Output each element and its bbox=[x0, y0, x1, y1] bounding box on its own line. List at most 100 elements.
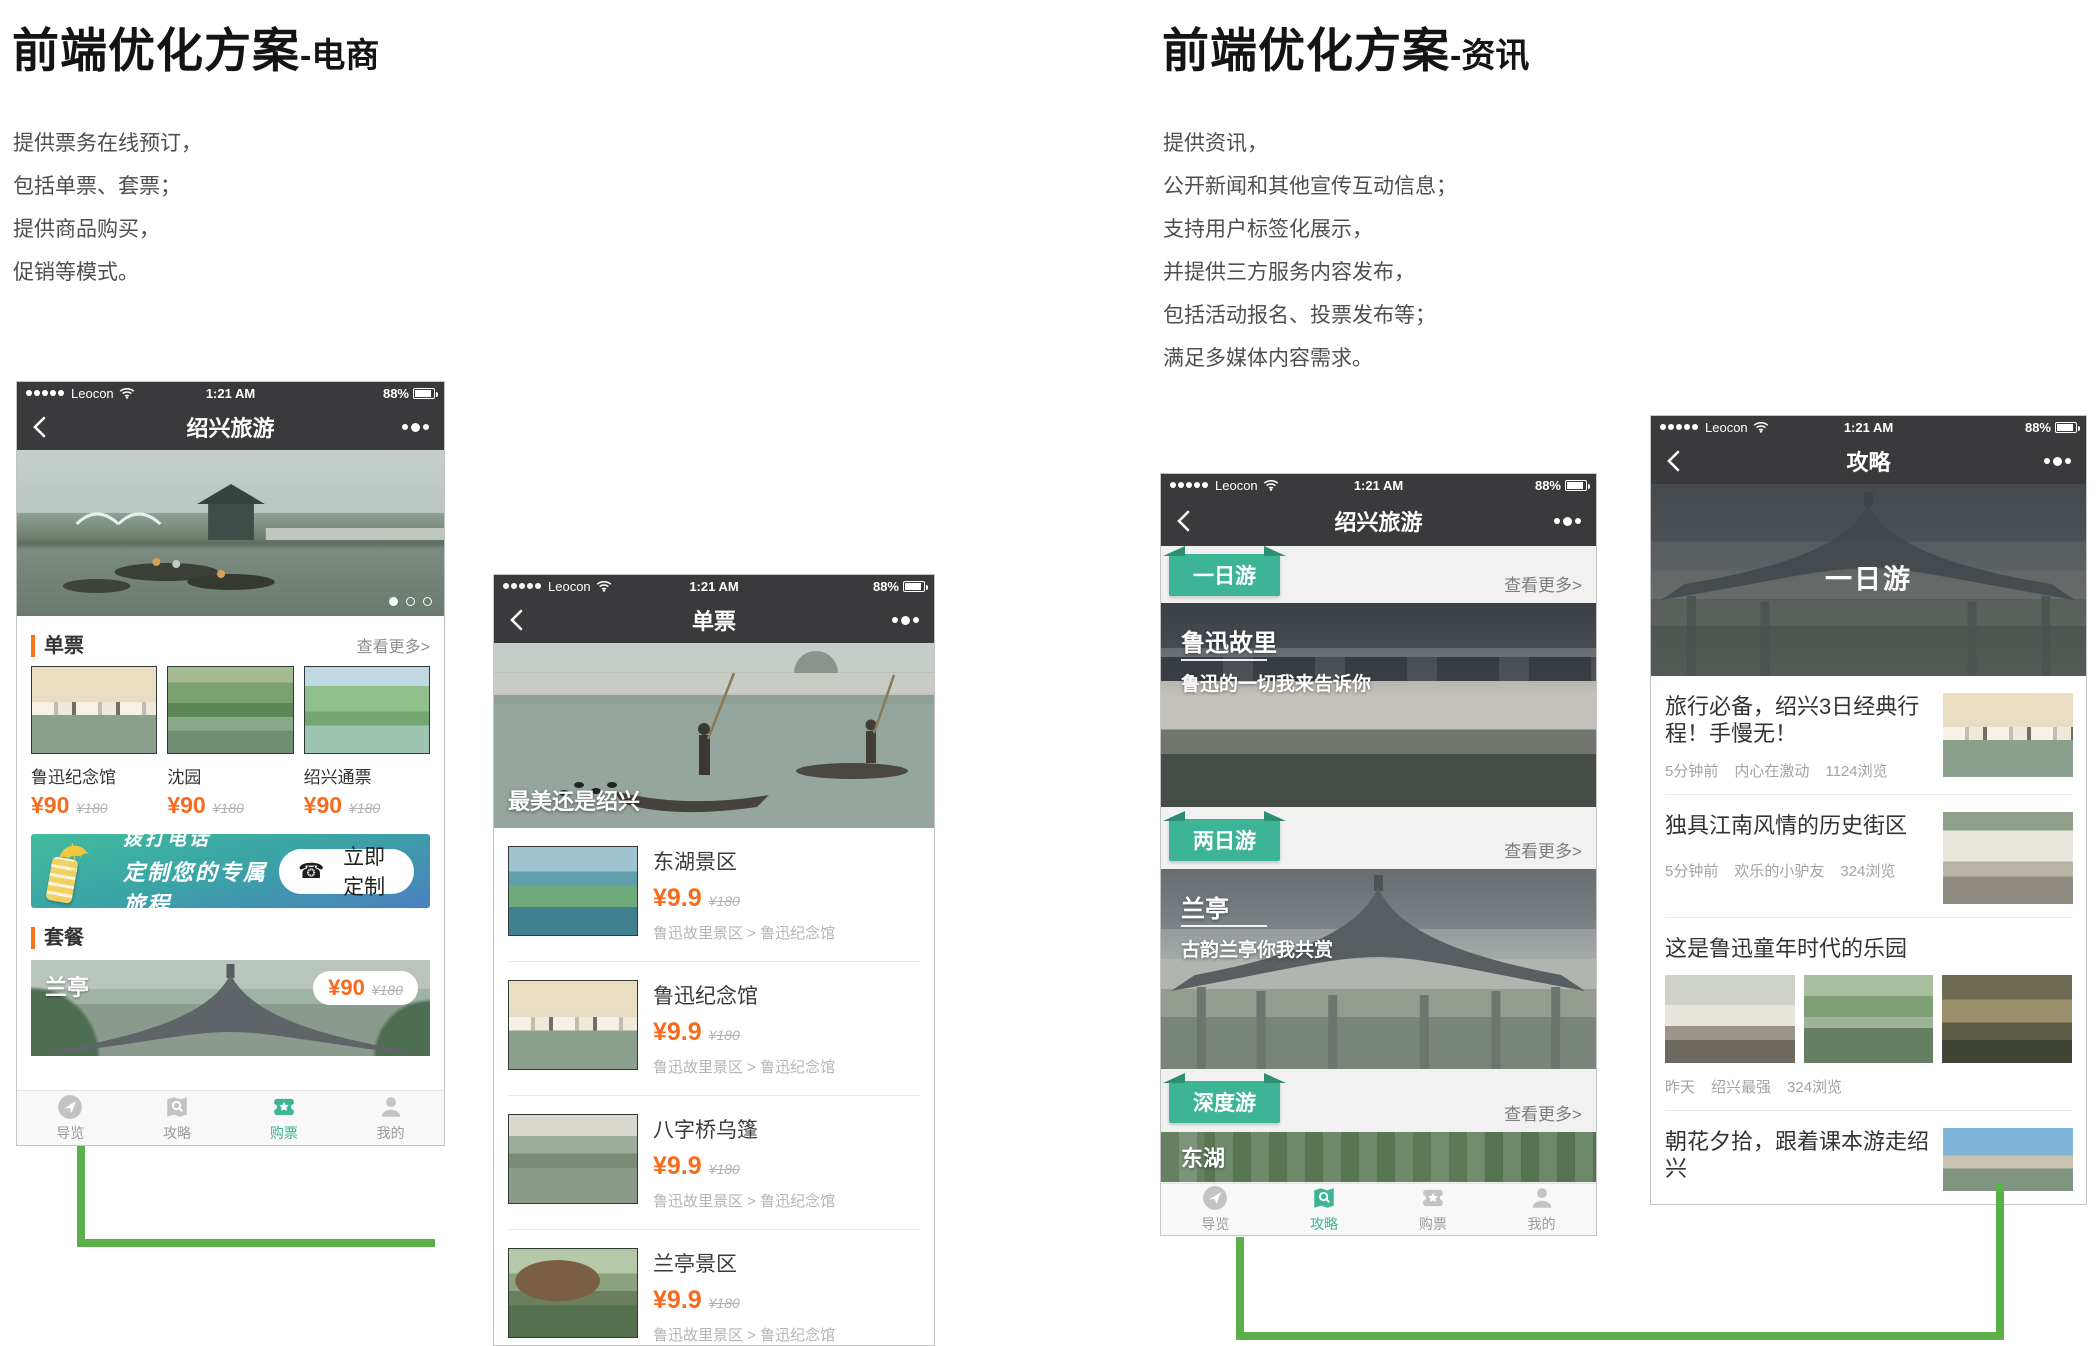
ticket-breadcrumb: 鲁迅故里景区 > 鲁迅纪念馆 bbox=[653, 1190, 835, 1211]
tour-card-luxun[interactable]: 鲁迅故里 鲁迅的一切我来告诉你 bbox=[1161, 603, 1596, 807]
product-card[interactable]: 鲁迅纪念馆 ¥90¥180 bbox=[31, 666, 157, 819]
ticket-list-item[interactable]: 八字桥乌篷 ¥9.9¥180 鲁迅故里景区 > 鲁迅纪念馆 bbox=[508, 1096, 920, 1230]
tab-tickets[interactable]: 购票 bbox=[1379, 1184, 1488, 1235]
tab-guide-active[interactable]: 攻略 bbox=[1270, 1184, 1379, 1235]
ticket-list-item[interactable]: 兰亭景区 ¥9.9¥180 鲁迅故里景区 > 鲁迅纪念馆 bbox=[508, 1230, 920, 1346]
article-time: 昨天 bbox=[1665, 1076, 1695, 1097]
article-author: 内心在激动 bbox=[1734, 760, 1809, 781]
desc-line: 支持用户标签化展示， bbox=[1163, 208, 1457, 251]
hero-photo: 最美还是绍兴 bbox=[494, 643, 934, 828]
tour-card-subtitle: 古韵兰亭你我共赏 bbox=[1181, 935, 1333, 962]
nav-title: 绍兴旅游 bbox=[1161, 505, 1596, 537]
left-subtitle: -电商 bbox=[300, 37, 379, 75]
carousel-dot[interactable] bbox=[406, 597, 415, 606]
status-time: 1:21 AM bbox=[1161, 478, 1596, 493]
ticket-price: ¥9.9 bbox=[653, 1018, 702, 1047]
carousel-dots[interactable] bbox=[389, 597, 432, 606]
tour-card-title: 兰亭 bbox=[1181, 889, 1229, 924]
tab-navigate[interactable]: 导览 bbox=[1161, 1184, 1270, 1235]
status-bar: Leocon 1:21 AM 88% bbox=[17, 382, 444, 404]
tab-profile[interactable]: 我的 bbox=[1487, 1184, 1596, 1235]
article-photo-row bbox=[1665, 975, 2072, 1063]
compass-arrow-icon bbox=[57, 1094, 83, 1120]
more-menu-button[interactable] bbox=[892, 616, 919, 625]
battery-percent: 88% bbox=[1535, 478, 1561, 493]
left-title: 前端优化方案 bbox=[12, 24, 300, 77]
right-subtitle: -资讯 bbox=[1450, 37, 1529, 75]
ribbon-tag[interactable]: 一日游 bbox=[1169, 554, 1280, 596]
status-bar: Leocon 1:21 AM 88% bbox=[494, 575, 934, 597]
back-button[interactable] bbox=[1176, 510, 1190, 532]
desc-line: 包括单票、套票； bbox=[13, 165, 202, 208]
tour-card-lanting[interactable]: 兰亭 古韵兰亭你我共赏 bbox=[1161, 869, 1596, 1069]
carousel-dot-active[interactable] bbox=[389, 597, 398, 606]
section-strip-oneday: 一日游 查看更多> bbox=[1161, 546, 1596, 603]
connector-line bbox=[77, 1239, 435, 1247]
back-button[interactable] bbox=[1666, 450, 1680, 472]
ticket-photo bbox=[508, 1248, 638, 1338]
section-strip-deep: 深度游 查看更多> bbox=[1161, 1069, 1596, 1132]
desc-line: 提供票务在线预订， bbox=[13, 122, 202, 165]
ticket-old-price: ¥180 bbox=[709, 893, 740, 909]
article-photo bbox=[1804, 975, 1934, 1063]
see-more-link[interactable]: 查看更多> bbox=[1504, 571, 1582, 596]
ticket-list-item[interactable]: 东湖景区 ¥9.9¥180 鲁迅故里景区 > 鲁迅纪念馆 bbox=[508, 828, 920, 962]
see-more-link[interactable]: 查看更多> bbox=[1504, 1100, 1582, 1125]
product-name: 绍兴通票 bbox=[304, 763, 430, 788]
chevron-left-icon bbox=[509, 609, 523, 631]
desc-line: 提供商品购买， bbox=[13, 208, 202, 251]
nav-title: 攻略 bbox=[1651, 445, 2086, 477]
article-photo bbox=[1665, 975, 1795, 1063]
carousel-dot[interactable] bbox=[423, 597, 432, 606]
see-more-link[interactable]: 查看更多> bbox=[357, 633, 430, 657]
back-button[interactable] bbox=[509, 609, 523, 631]
article-item[interactable]: 独具江南风情的历史街区 5分钟前 欢乐的小驴友 324浏览 bbox=[1665, 795, 2072, 918]
tab-label: 导览 bbox=[56, 1123, 84, 1143]
tab-tickets-active[interactable]: 购票 bbox=[231, 1091, 338, 1145]
package-banner[interactable]: 兰亭 ¥90 ¥180 bbox=[31, 960, 430, 1056]
article-title: 独具江南风情的历史街区 bbox=[1665, 812, 1943, 839]
more-menu-button[interactable] bbox=[402, 423, 429, 432]
article-item[interactable]: 这是鲁迅童年时代的乐园 昨天 绍兴最强 324浏览 bbox=[1665, 918, 2072, 1111]
umbrella-icon: ☂ bbox=[54, 834, 94, 883]
nav-title: 绍兴旅游 bbox=[17, 411, 444, 443]
ticket-name: 八字桥乌篷 bbox=[653, 1114, 835, 1144]
article-time: 5分钟前 bbox=[1665, 860, 1718, 881]
article-time: 5分钟前 bbox=[1665, 760, 1718, 781]
connector-line bbox=[77, 1146, 85, 1247]
banner-line2: 定制您的专属旅程 bbox=[123, 855, 279, 919]
tab-guide[interactable]: 攻略 bbox=[124, 1091, 231, 1145]
more-menu-button[interactable] bbox=[1554, 517, 1581, 526]
call-customize-banner[interactable]: ☂ 拨打电话 定制您的专属旅程 ☎ 立即定制 bbox=[31, 834, 430, 908]
guide-hero-banner[interactable]: 一日游 bbox=[1651, 484, 2086, 676]
call-now-button[interactable]: ☎ 立即定制 bbox=[279, 849, 414, 894]
ribbon-tag[interactable]: 两日游 bbox=[1169, 819, 1280, 861]
article-meta: 5分钟前 内心在激动 1124浏览 bbox=[1665, 760, 1943, 781]
ticket-name: 兰亭景区 bbox=[653, 1248, 835, 1278]
product-card[interactable]: 沈园 ¥90¥180 bbox=[167, 666, 293, 819]
see-more-link[interactable]: 查看更多> bbox=[1504, 837, 1582, 862]
tab-label: 我的 bbox=[377, 1123, 405, 1143]
back-button[interactable] bbox=[32, 416, 46, 438]
tab-profile[interactable]: 我的 bbox=[337, 1091, 444, 1145]
product-card[interactable]: 绍兴通票 ¥90¥180 bbox=[304, 666, 430, 819]
product-price: ¥90 bbox=[304, 792, 342, 819]
article-item[interactable]: 旅行必备，绍兴3日经典行程！手慢无！ 5分钟前 内心在激动 1124浏览 bbox=[1665, 676, 2072, 795]
hero-carousel-photo[interactable] bbox=[17, 450, 444, 616]
ticket-breadcrumb: 鲁迅故里景区 > 鲁迅纪念馆 bbox=[653, 1056, 835, 1077]
right-description: 提供资讯， 公开新闻和其他宣传互动信息； 支持用户标签化展示， 并提供三方服务内… bbox=[1163, 122, 1457, 380]
ribbon-tag[interactable]: 深度游 bbox=[1169, 1081, 1280, 1123]
section-label: 单票 bbox=[31, 635, 84, 657]
tab-label: 导览 bbox=[1201, 1214, 1229, 1234]
more-menu-button[interactable] bbox=[2044, 457, 2071, 466]
status-bar: Leocon 1:21 AM 88% bbox=[1651, 416, 2086, 438]
map-search-icon bbox=[164, 1094, 190, 1120]
ticket-list-item[interactable]: 鲁迅纪念馆 ¥9.9¥180 鲁迅故里景区 > 鲁迅纪念馆 bbox=[508, 962, 920, 1096]
article-item[interactable]: 朝花夕拾，跟着课本游走绍兴 bbox=[1665, 1111, 2072, 1204]
tab-label: 购票 bbox=[1419, 1214, 1447, 1234]
tour-card-donghu[interactable]: 东湖 bbox=[1161, 1132, 1596, 1182]
tab-navigate[interactable]: 导览 bbox=[17, 1091, 124, 1145]
article-author: 欢乐的小驴友 bbox=[1734, 860, 1824, 881]
left-description: 提供票务在线预订， 包括单票、套票； 提供商品购买， 促销等模式。 bbox=[13, 122, 202, 294]
article-photo bbox=[1943, 1128, 2073, 1191]
